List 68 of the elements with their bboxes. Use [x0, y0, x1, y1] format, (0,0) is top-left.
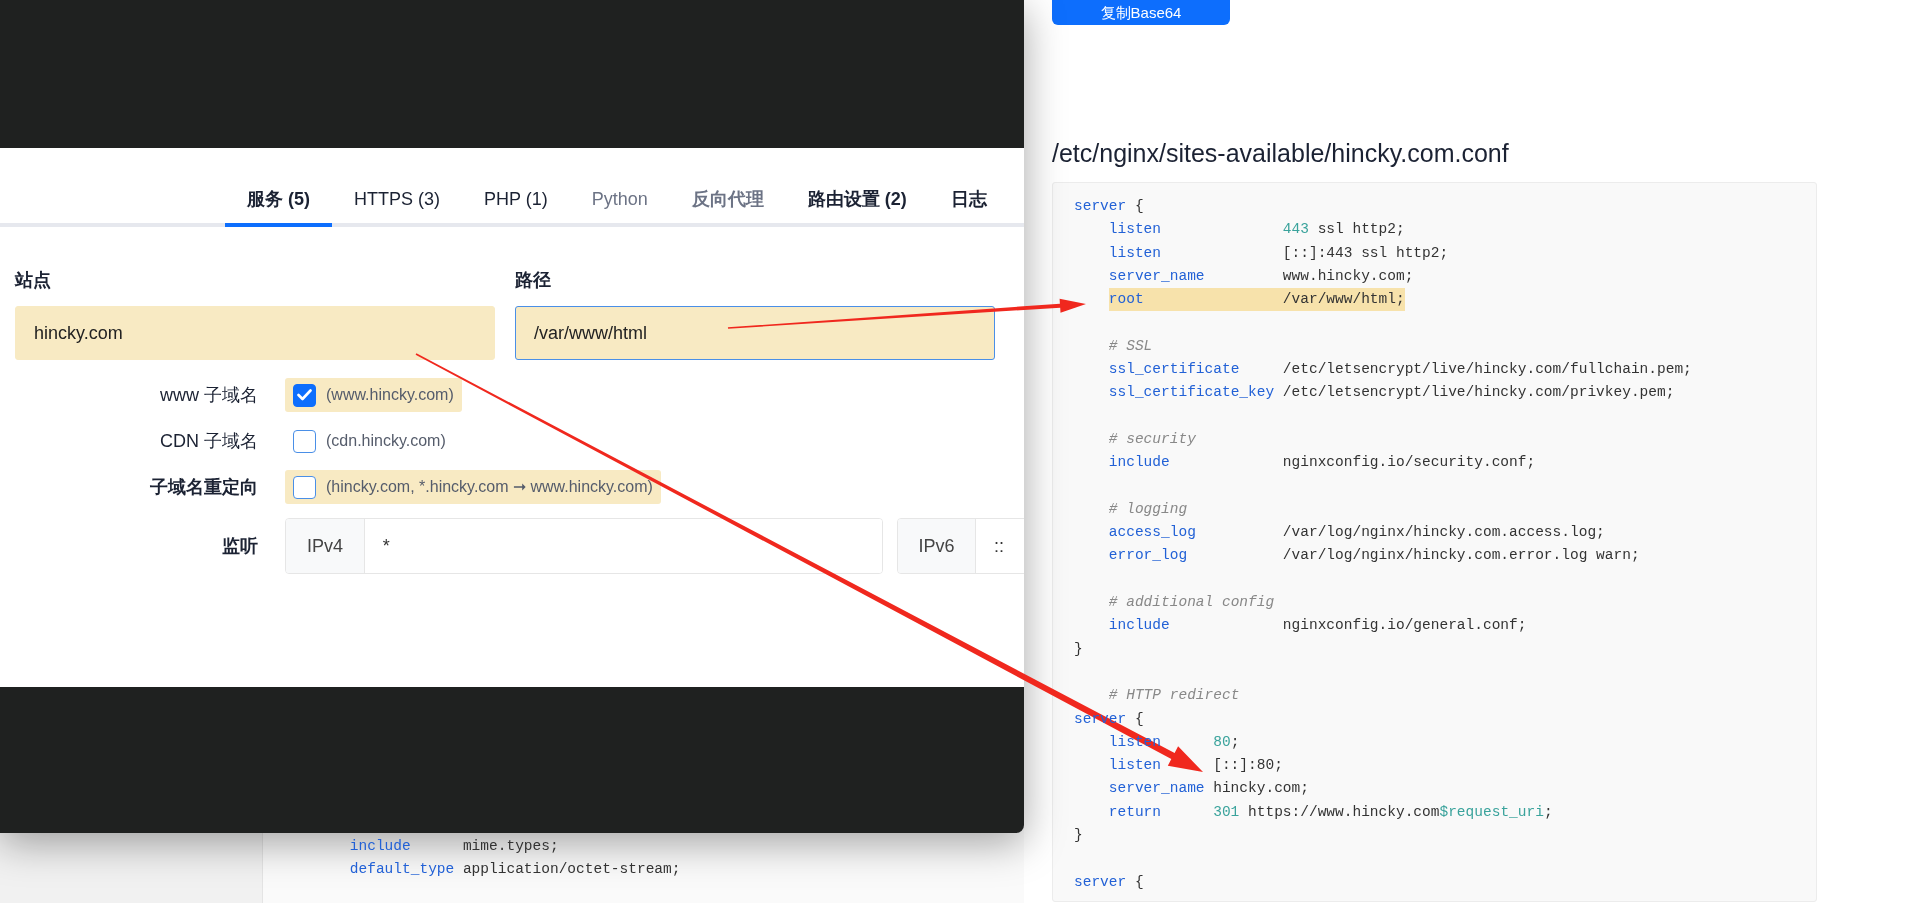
- code-line: server {: [1074, 873, 1144, 890]
- directive-value: 80;: [1213, 733, 1240, 750]
- input-group[interactable]: IPv4 *: [285, 518, 883, 574]
- directive-name: return: [1108, 802, 1163, 822]
- tab[interactable]: 服务 (5): [225, 178, 332, 227]
- option-label: 监听: [221, 534, 258, 558]
- code-comment: # HTTP redirect: [1108, 687, 1240, 704]
- directive-value: 301 https://www.hincky.com$request_uri;: [1213, 803, 1553, 820]
- directive-name: ssl_certificate: [1108, 360, 1241, 380]
- directive-value: nginxconfig.io/security.conf;: [1282, 454, 1536, 471]
- code-line: }: [1074, 827, 1083, 843]
- code-comment: # security: [1108, 430, 1196, 447]
- option-hint: (hincky.com, *.hincky.com ➞ www.hincky.com): [326, 477, 653, 497]
- copy-button[interactable]: 复制Base64: [1052, 0, 1230, 25]
- directive-value: [::]:80;: [1213, 757, 1283, 774]
- directive-name: access_log: [1108, 523, 1197, 543]
- code-comment: # logging: [1108, 500, 1188, 517]
- directive-name: listen: [1108, 220, 1163, 240]
- code-line: }: [1074, 640, 1083, 657]
- input-prefix: IPv6: [898, 519, 976, 573]
- option-hint: (cdn.hincky.com): [326, 431, 446, 451]
- directive-name: listen: [1108, 243, 1163, 263]
- file-title: /etc/nginx/sites-available/hincky.com.conf: [1052, 138, 1510, 168]
- directive-value: /etc/letsencrypt/live/hincky.com/privkey.pem;: [1282, 384, 1675, 401]
- field-label: 站点: [15, 269, 52, 292]
- directive-name: listen: [1108, 756, 1163, 776]
- code-comment: # SSL: [1108, 337, 1153, 354]
- option-label: CDN 子域名: [159, 429, 258, 453]
- tab[interactable]: 反向代理: [669, 178, 786, 227]
- check-icon: [297, 389, 312, 401]
- directive-value: nginxconfig.io/general.conf;: [1282, 617, 1527, 634]
- field-label: 路径: [515, 269, 552, 292]
- directive-name: server_name: [1108, 779, 1206, 799]
- option-hint: (www.hincky.com): [326, 385, 454, 405]
- tab[interactable]: 日志: [928, 178, 1009, 227]
- directive-name: root: [1108, 290, 1145, 310]
- tab[interactable]: HTTPS (3): [332, 178, 462, 227]
- directive-name: default_type: [349, 860, 456, 880]
- text-field[interactable]: /var/www/html: [515, 306, 995, 360]
- tab[interactable]: PHP (1): [462, 178, 570, 227]
- directive-name: ssl_certificate_key: [1108, 383, 1276, 403]
- directive-name: include: [1108, 453, 1171, 473]
- checkbox-option[interactable]: (hincky.com, *.hincky.com ➞ www.hincky.com): [285, 470, 661, 504]
- directive-name: server_name: [1108, 266, 1206, 286]
- directive-value: mime.types;: [462, 838, 559, 854]
- directive-name: include: [349, 837, 412, 856]
- directive-value: 443 ssl http2;: [1282, 221, 1405, 238]
- input-prefix: IPv4: [286, 519, 365, 573]
- checkbox-option[interactable]: (cdn.hincky.com): [285, 424, 454, 458]
- directive-value: hincky.com;: [1213, 780, 1309, 797]
- input-group[interactable]: IPv6 ::: [897, 518, 1024, 574]
- tab[interactable]: Python: [569, 178, 670, 227]
- directive-name: include: [1108, 616, 1171, 636]
- directive-value: [::]:443 ssl http2;: [1282, 244, 1449, 261]
- directive-value: /var/www/html;: [1282, 291, 1405, 308]
- option-label: 子域名重定向: [149, 475, 258, 499]
- directive-value: /etc/letsencrypt/live/hincky.com/fullchain.pem;: [1282, 361, 1692, 378]
- directive-value: www.hincky.com;: [1282, 267, 1414, 284]
- text-field[interactable]: hincky.com: [15, 306, 495, 360]
- directive-value: /var/log/nginx/hincky.com.error.log warn;: [1282, 547, 1640, 564]
- option-label: www 子域名: [159, 383, 258, 407]
- directive-value: /var/log/nginx/hincky.com.access.log;: [1282, 524, 1605, 541]
- code-line: server {: [1074, 198, 1144, 214]
- code-comment: # additional config: [1108, 594, 1275, 611]
- checkbox-option[interactable]: (www.hincky.com): [285, 378, 462, 412]
- directive-value: application/octet-stream;: [462, 861, 681, 878]
- tab[interactable]: 路由设置 (2): [785, 178, 929, 227]
- directive-name: error_log: [1108, 546, 1189, 566]
